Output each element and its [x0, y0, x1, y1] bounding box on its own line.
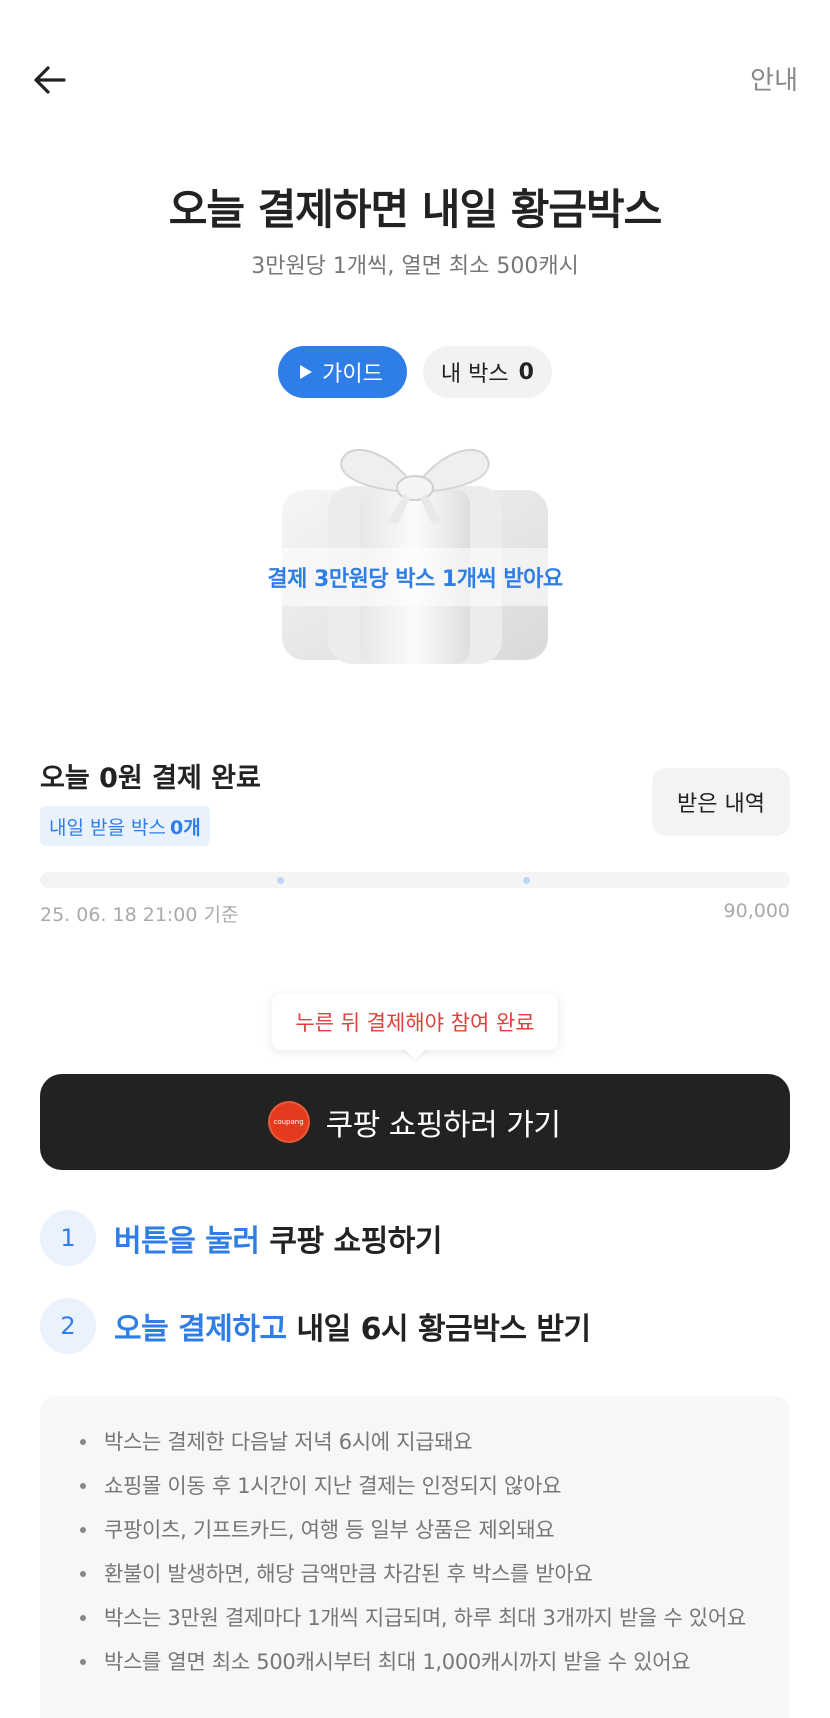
shopping-button-label: 쿠팡 쇼핑하러 가기 — [325, 1108, 561, 1143]
notice-item: 쿠팡이츠, 기프트카드, 여행 등 일부 상품은 제외돼요 — [80, 1508, 760, 1552]
arrow-left-icon — [34, 66, 66, 94]
back-button[interactable] — [30, 60, 70, 100]
step-rest: 쿠팡 쇼핑하기 — [259, 1224, 442, 1259]
info-link[interactable]: 안내 — [750, 60, 798, 97]
cta-tooltip: 누른 뒤 결제해야 참여 완료 — [272, 994, 558, 1050]
coupang-logo-icon: coupang — [269, 1103, 308, 1141]
gift-caption: 결제 3만원당 박스 1개씩 받아요 — [250, 548, 580, 606]
tomorrow-box-count: 0개 — [169, 816, 201, 839]
play-icon — [300, 365, 313, 379]
step-2: 2 오늘 결제하고 내일 6시 황금박스 받기 — [40, 1298, 591, 1354]
step-highlight: 버튼을 눌러 — [114, 1224, 260, 1259]
progress-timestamp: 25. 06. 18 21:00 기준 — [40, 904, 239, 926]
notice-list: 박스는 결제한 다음날 저녁 6시에 지급돼요 쇼핑몰 이동 후 1시간이 지난… — [80, 1420, 760, 1684]
page-title: 오늘 결제하면 내일 황금박스 — [168, 185, 663, 234]
notice-item: 박스를 열면 최소 500캐시부터 최대 1,000캐시까지 받을 수 있어요 — [80, 1640, 760, 1684]
tomorrow-box-label: 내일 받을 박스 — [49, 816, 166, 839]
step-1: 1 버튼을 눌러 쿠팡 쇼핑하기 — [40, 1210, 442, 1266]
progress-tick — [523, 877, 530, 884]
guide-button[interactable]: 가이드 — [278, 346, 407, 398]
step-text: 오늘 결제하고 내일 6시 황금박스 받기 — [114, 1304, 591, 1348]
tooltip-tail — [403, 1048, 427, 1060]
my-box-label: 내 박스 — [440, 362, 509, 387]
my-box-count: 0 — [518, 359, 534, 385]
page-subtitle: 3만원당 1개씩, 열면 최소 500캐시 — [251, 254, 579, 279]
today-payment-status: 오늘 0원 결제 완료 — [40, 763, 261, 794]
progress-bar — [40, 872, 790, 888]
step-rest: 내일 6시 황금박스 받기 — [286, 1312, 591, 1347]
notice-item: 박스는 3만원 결제마다 1개씩 지급되며, 하루 최대 3개까지 받을 수 있… — [80, 1596, 760, 1640]
top-bar: 안내 — [0, 0, 830, 160]
step-number: 2 — [40, 1298, 96, 1354]
notice-box: 박스는 결제한 다음날 저녁 6시에 지급돼요 쇼핑몰 이동 후 1시간이 지난… — [40, 1396, 790, 1718]
my-box-chip[interactable]: 내 박스 0 — [422, 346, 552, 398]
guide-label: 가이드 — [322, 362, 383, 387]
history-button[interactable]: 받은 내역 — [652, 768, 790, 836]
notice-item: 쇼핑몰 이동 후 1시간이 지난 결제는 인정되지 않아요 — [80, 1464, 760, 1508]
progress-max-amount: 90,000 — [723, 900, 790, 922]
notice-item: 환불이 발생하면, 해당 금액만큼 차감된 후 박스를 받아요 — [80, 1552, 760, 1596]
step-highlight: 오늘 결제하고 — [114, 1312, 287, 1347]
tomorrow-box-badge: 내일 받을 박스 0개 — [40, 806, 210, 846]
notice-item: 박스는 결제한 다음날 저녁 6시에 지급돼요 — [80, 1420, 760, 1464]
chip-row: 가이드 내 박스 0 — [0, 346, 830, 398]
coupang-shopping-button[interactable]: coupang 쿠팡 쇼핑하러 가기 — [40, 1074, 790, 1170]
progress-tick — [277, 877, 284, 884]
step-number: 1 — [40, 1210, 96, 1266]
step-text: 버튼을 눌러 쿠팡 쇼핑하기 — [114, 1216, 442, 1260]
